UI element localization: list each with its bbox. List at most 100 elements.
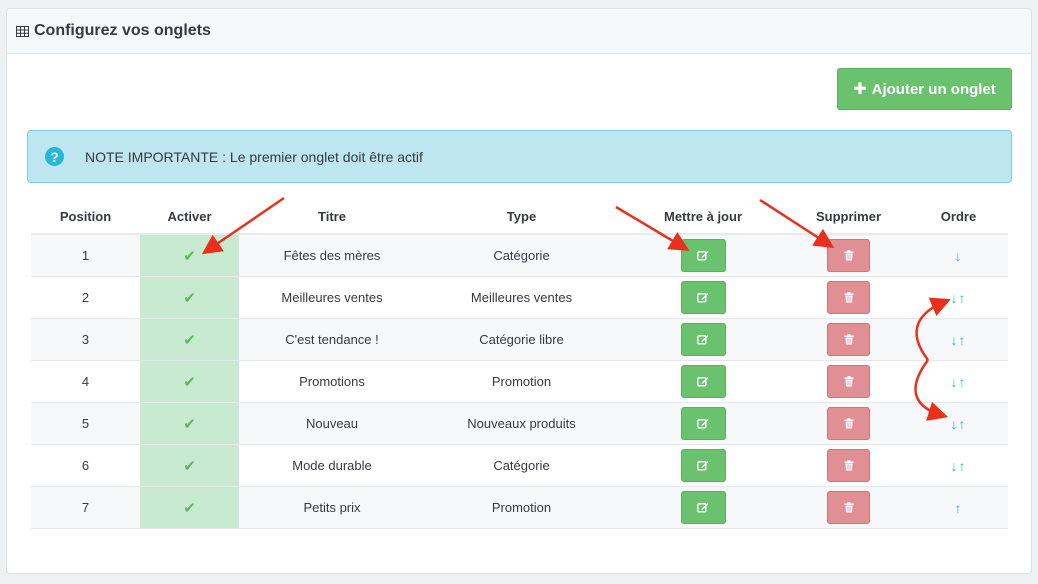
edit-button[interactable] (680, 323, 726, 356)
cell-activer: ✔ (140, 444, 239, 487)
trash-icon (844, 502, 854, 513)
question-circle-icon: ? (45, 147, 64, 166)
cell-activer: ✔ (140, 402, 239, 445)
header-type: Type (425, 206, 618, 235)
edit-button[interactable] (680, 281, 726, 314)
check-icon[interactable]: ✔ (183, 416, 196, 433)
cell-titre: C'est tendance ! (239, 318, 425, 361)
cell-ordre: ↓↑ (909, 318, 1008, 361)
cell-ordre: ↓↑ (909, 276, 1008, 319)
arrow-down-icon[interactable]: ↓ (951, 374, 959, 390)
arrow-down-icon[interactable]: ↓ (951, 416, 959, 432)
table-row: 5 ✔ Nouveau Nouveaux produits ↓↑ (31, 402, 1008, 445)
cell-titre: Promotions (239, 360, 425, 403)
edit-button[interactable] (680, 365, 726, 398)
cell-delete (788, 486, 909, 529)
cell-delete (788, 360, 909, 403)
arrow-up-icon[interactable]: ↑ (959, 332, 967, 348)
cell-activer: ✔ (140, 234, 239, 277)
edit-icon (697, 334, 709, 345)
cell-ordre: ↓↑ (909, 402, 1008, 445)
cell-titre: Fêtes des mères (239, 234, 425, 277)
arrow-up-icon[interactable]: ↑ (955, 500, 963, 516)
cell-ordre: ↑ (909, 486, 1008, 529)
cell-update (618, 360, 788, 403)
table-header-row: Position Activer Titre Type Mettre à jou… (31, 206, 1008, 235)
arrow-down-icon[interactable]: ↓ (951, 290, 959, 306)
delete-button[interactable] (827, 407, 870, 440)
cell-position: 6 (31, 444, 140, 487)
header-position: Position (31, 206, 140, 235)
cell-activer: ✔ (140, 318, 239, 361)
delete-button[interactable] (827, 449, 870, 482)
cell-position: 5 (31, 402, 140, 445)
check-icon[interactable]: ✔ (183, 500, 196, 517)
check-icon[interactable]: ✔ (183, 332, 196, 349)
cell-type: Catégorie (425, 444, 618, 487)
delete-button[interactable] (827, 491, 870, 524)
cell-delete (788, 444, 909, 487)
edit-button[interactable] (680, 449, 726, 482)
cell-update (618, 444, 788, 487)
cell-update (618, 486, 788, 529)
table-row: 6 ✔ Mode durable Catégorie ↓↑ (31, 444, 1008, 487)
cell-type: Catégorie libre (425, 318, 618, 361)
cell-position: 2 (31, 276, 140, 319)
edit-button[interactable] (680, 407, 726, 440)
cell-update (618, 402, 788, 445)
table-icon (16, 25, 29, 37)
header-mettre-a-jour: Mettre à jour (618, 206, 788, 235)
arrow-up-icon[interactable]: ↑ (959, 416, 967, 432)
trash-icon (844, 460, 854, 471)
delete-button[interactable] (827, 323, 870, 356)
edit-button[interactable] (680, 239, 726, 272)
cell-delete (788, 402, 909, 445)
edit-icon (697, 292, 709, 303)
delete-button[interactable] (827, 239, 870, 272)
arrow-up-icon[interactable]: ↑ (959, 290, 967, 306)
header-ordre: Ordre (909, 206, 1008, 235)
panel-heading: Configurez vos onglets (7, 9, 1031, 54)
edit-icon (697, 502, 709, 513)
cell-delete (788, 234, 909, 277)
check-icon[interactable]: ✔ (183, 290, 196, 307)
cell-type: Nouveaux produits (425, 402, 618, 445)
trash-icon (844, 292, 854, 303)
check-icon[interactable]: ✔ (183, 458, 196, 475)
table-row: 3 ✔ C'est tendance ! Catégorie libre ↓↑ (31, 318, 1008, 361)
cell-position: 4 (31, 360, 140, 403)
delete-button[interactable] (827, 281, 870, 314)
edit-icon (697, 376, 709, 387)
table-row: 1 ✔ Fêtes des mères Catégorie ↓ (31, 234, 1008, 277)
cell-update (618, 234, 788, 277)
header-supprimer: Supprimer (788, 206, 909, 235)
cell-titre: Petits prix (239, 486, 425, 529)
cell-type: Promotion (425, 360, 618, 403)
table-row: 7 ✔ Petits prix Promotion ↑ (31, 486, 1008, 529)
cell-position: 3 (31, 318, 140, 361)
edit-icon (697, 250, 709, 261)
edit-button[interactable] (680, 491, 726, 524)
arrow-down-icon[interactable]: ↓ (955, 248, 963, 264)
add-tab-button[interactable]: ✚ Ajouter un onglet (837, 68, 1012, 110)
important-note-alert: ? NOTE IMPORTANTE : Le premier onglet do… (27, 130, 1012, 183)
cell-type: Catégorie (425, 234, 618, 277)
cell-ordre: ↓↑ (909, 360, 1008, 403)
check-icon[interactable]: ✔ (183, 248, 196, 265)
arrow-up-icon[interactable]: ↑ (959, 458, 967, 474)
alert-text: NOTE IMPORTANTE : Le premier onglet doit… (85, 148, 423, 165)
arrow-down-icon[interactable]: ↓ (951, 458, 959, 474)
header-titre: Titre (239, 206, 425, 235)
table-row: 2 ✔ Meilleures ventes Meilleures ventes ↓↑ (31, 276, 1008, 319)
trash-icon (844, 250, 854, 261)
delete-button[interactable] (827, 365, 870, 398)
arrow-up-icon[interactable]: ↑ (959, 374, 967, 390)
check-icon[interactable]: ✔ (183, 374, 196, 391)
arrow-down-icon[interactable]: ↓ (951, 332, 959, 348)
trash-icon (844, 334, 854, 345)
header-activer: Activer (140, 206, 239, 235)
cell-position: 7 (31, 486, 140, 529)
table-row: 4 ✔ Promotions Promotion ↓↑ (31, 360, 1008, 403)
cell-activer: ✔ (140, 360, 239, 403)
cell-position: 1 (31, 234, 140, 277)
